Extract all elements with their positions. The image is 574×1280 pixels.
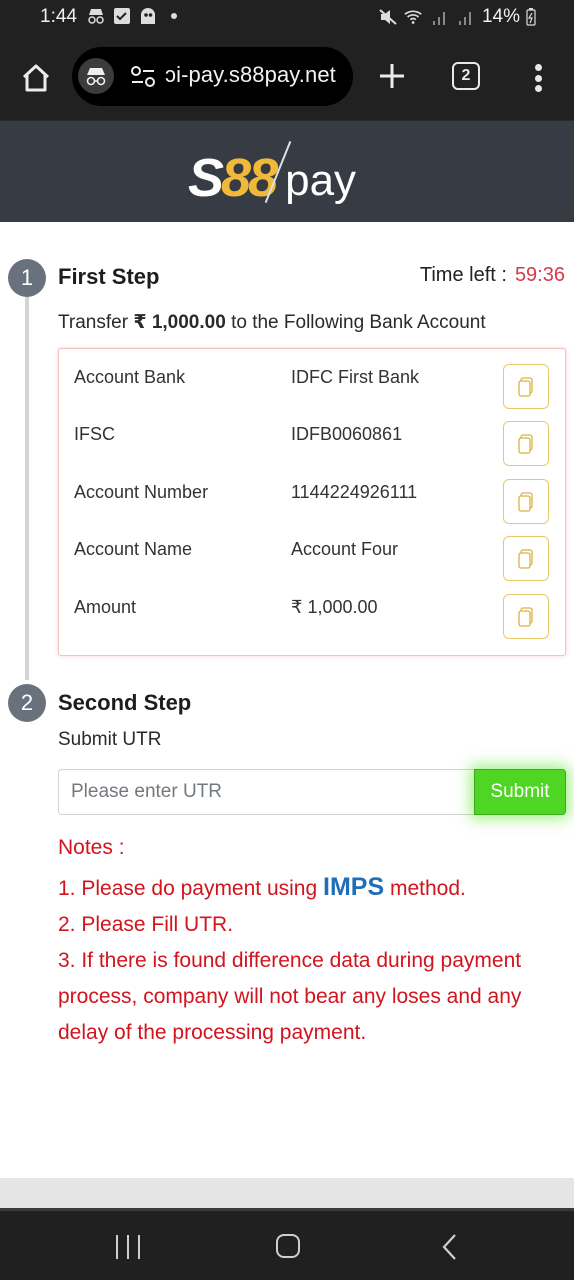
bank-label: Account Name bbox=[74, 539, 193, 559]
submit-button[interactable]: Submit bbox=[474, 769, 566, 815]
timer-label: Time left : bbox=[419, 264, 507, 286]
step-2-title: Second Step bbox=[58, 690, 192, 715]
copy-button[interactable] bbox=[503, 364, 549, 409]
battery-charging-icon bbox=[526, 8, 536, 26]
transfer-instruction: Transfer ₹ 1,000.00 to the Following Ban… bbox=[58, 311, 486, 334]
incognito-icon bbox=[86, 68, 106, 86]
note-1-highlight: IMPS bbox=[323, 873, 385, 901]
step-connector-line bbox=[25, 294, 29, 680]
copy-button[interactable] bbox=[503, 479, 549, 524]
bank-details-card: Account Bank IDFC First Bank IFSC IDFB00… bbox=[58, 348, 566, 656]
note-1-suffix: method. bbox=[384, 877, 466, 900]
bank-label: Account Bank bbox=[74, 367, 186, 387]
submit-utr-label: Submit UTR bbox=[58, 729, 162, 750]
bank-row-account-name: Account Name Account Four bbox=[59, 521, 565, 581]
bank-row-account-number: Account Number 1144224926111 bbox=[59, 464, 565, 524]
copy-icon bbox=[518, 376, 533, 397]
transfer-suffix: to the Following Bank Account bbox=[225, 312, 486, 333]
system-nav-bar bbox=[0, 1208, 574, 1280]
note-2: 2. Please Fill UTR. bbox=[58, 913, 234, 936]
tab-switcher-button[interactable]: 2 bbox=[452, 62, 480, 90]
incognito-icon bbox=[88, 9, 104, 24]
payment-content: 1 First Step Time left : 59:36 Transfer ₹… bbox=[0, 222, 574, 1178]
step-1-badge: 1 bbox=[8, 259, 46, 297]
signal-icon-1 bbox=[432, 12, 445, 25]
copy-icon bbox=[518, 433, 533, 454]
back-icon[interactable] bbox=[440, 1233, 460, 1261]
status-time: 1:44 bbox=[40, 6, 77, 27]
status-bar: 1:44 14% bbox=[0, 0, 574, 34]
page-footer-strip bbox=[0, 1178, 574, 1208]
bank-label: IFSC bbox=[74, 424, 116, 444]
site-header: S 88 pay bbox=[0, 120, 574, 222]
bank-value: IDFC First Bank bbox=[291, 367, 420, 387]
bank-row-amount: Amount ₹ 1,000.00 bbox=[59, 579, 565, 639]
note-1: 1. Please do payment using IMPS method. bbox=[58, 869, 568, 907]
status-left-icons bbox=[86, 7, 184, 25]
incognito-badge[interactable] bbox=[78, 58, 114, 94]
tab-count: 2 bbox=[461, 67, 471, 84]
address-bar[interactable]: ɔi-pay.s88pay.net bbox=[72, 47, 353, 106]
site-settings-icon[interactable] bbox=[130, 66, 156, 88]
timer-value: 59:36 bbox=[514, 264, 565, 286]
copy-icon bbox=[518, 548, 533, 569]
utr-input[interactable] bbox=[58, 769, 475, 815]
bank-label: Account Number bbox=[74, 482, 209, 502]
logo-s: S bbox=[188, 148, 224, 208]
new-tab-icon[interactable] bbox=[376, 60, 408, 92]
copy-button[interactable] bbox=[503, 594, 549, 639]
browser-toolbar: ɔi-pay.s88pay.net 2 bbox=[0, 34, 574, 120]
signal-icon-2 bbox=[458, 12, 471, 25]
step-2-badge: 2 bbox=[8, 684, 46, 722]
more-menu-icon[interactable] bbox=[530, 62, 546, 94]
dot-icon bbox=[171, 13, 177, 19]
bank-value: Account Four bbox=[291, 539, 399, 559]
mute-icon bbox=[379, 9, 397, 25]
copy-icon bbox=[518, 491, 533, 512]
countdown-timer: Time left : 59:36 bbox=[420, 264, 565, 287]
wifi-icon bbox=[404, 10, 422, 24]
copy-icon bbox=[518, 606, 533, 627]
copy-button[interactable] bbox=[503, 536, 549, 581]
bank-value: ₹ 1,000.00 bbox=[291, 597, 378, 617]
status-right-icons: 14% bbox=[378, 6, 536, 28]
ghost-app-icon bbox=[141, 8, 155, 24]
copy-button[interactable] bbox=[503, 421, 549, 466]
step-1-title: First Step bbox=[58, 264, 160, 289]
home-icon[interactable] bbox=[20, 62, 52, 94]
recent-apps-icon[interactable] bbox=[116, 1235, 140, 1259]
logo-pay: pay bbox=[285, 156, 357, 205]
bank-row-account-bank: Account Bank IDFC First Bank bbox=[59, 349, 565, 409]
notes-title: Notes : bbox=[58, 836, 125, 859]
bank-label: Amount bbox=[74, 597, 137, 617]
url-text[interactable]: ɔi-pay.s88pay.net bbox=[165, 62, 336, 88]
transfer-prefix: Transfer bbox=[58, 312, 134, 333]
bank-value: IDFB0060861 bbox=[291, 424, 403, 444]
notes-section: Notes : 1. Please do payment using IMPS … bbox=[58, 830, 568, 1051]
bank-value: 1144224926111 bbox=[291, 482, 418, 502]
s88pay-logo: S 88 pay bbox=[188, 139, 356, 205]
bank-row-ifsc: IFSC IDFB0060861 bbox=[59, 406, 565, 466]
home-nav-icon[interactable] bbox=[276, 1234, 300, 1258]
transfer-amount: ₹ 1,000.00 bbox=[133, 312, 226, 333]
note-1-prefix: 1. Please do payment using bbox=[58, 877, 324, 900]
checkbox-notification-icon bbox=[114, 8, 130, 24]
battery-percent: 14% bbox=[481, 6, 520, 27]
note-3: 3. If there is found difference data dur… bbox=[58, 949, 522, 1044]
utr-input-group: Submit bbox=[58, 769, 566, 815]
